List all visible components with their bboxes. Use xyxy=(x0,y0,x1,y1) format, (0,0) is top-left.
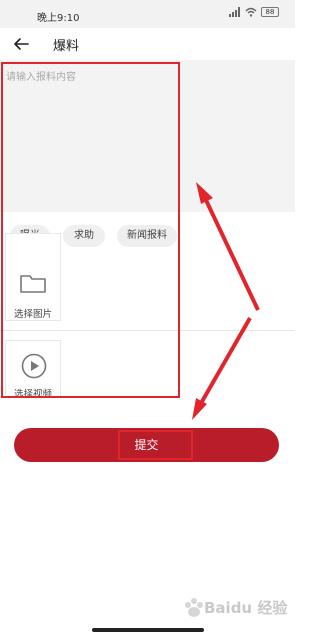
choose-video-label: 选择视频 xyxy=(13,389,52,400)
submit-button[interactable]: 提交 xyxy=(14,428,279,462)
tag-news-report[interactable]: 新闻报料 xyxy=(117,225,177,247)
choose-image-label: 选择图片 xyxy=(13,309,52,320)
battery-icon: 88 xyxy=(261,7,279,17)
status-time: 晚上9:10 xyxy=(37,13,80,24)
content-placeholder: 请输入报料内容 xyxy=(6,72,76,83)
page-title: 爆料 xyxy=(53,39,80,54)
folder-icon xyxy=(20,275,46,293)
divider xyxy=(0,330,295,331)
annotation-arrow-down xyxy=(192,317,252,420)
report-page: 晚上9:10 88 爆料 请输入报料内容 曝光 求助 新闻报料 xyxy=(0,0,295,639)
watermark-text: Baidu 经验 xyxy=(204,599,288,617)
top-bar: 爆料 xyxy=(0,28,295,60)
status-bar: 晚上9:10 88 xyxy=(0,0,295,28)
signal-icon xyxy=(229,7,240,17)
wifi-icon xyxy=(245,7,257,17)
play-icon xyxy=(21,353,47,379)
home-indicator[interactable] xyxy=(92,628,204,632)
arrow-left-icon[interactable] xyxy=(11,34,31,54)
choose-video-button[interactable]: 选择视频 xyxy=(5,340,61,400)
choose-image-button[interactable]: 选择图片 xyxy=(5,233,61,321)
tag-help[interactable]: 求助 xyxy=(63,225,105,247)
status-icons: 88 xyxy=(229,7,279,17)
